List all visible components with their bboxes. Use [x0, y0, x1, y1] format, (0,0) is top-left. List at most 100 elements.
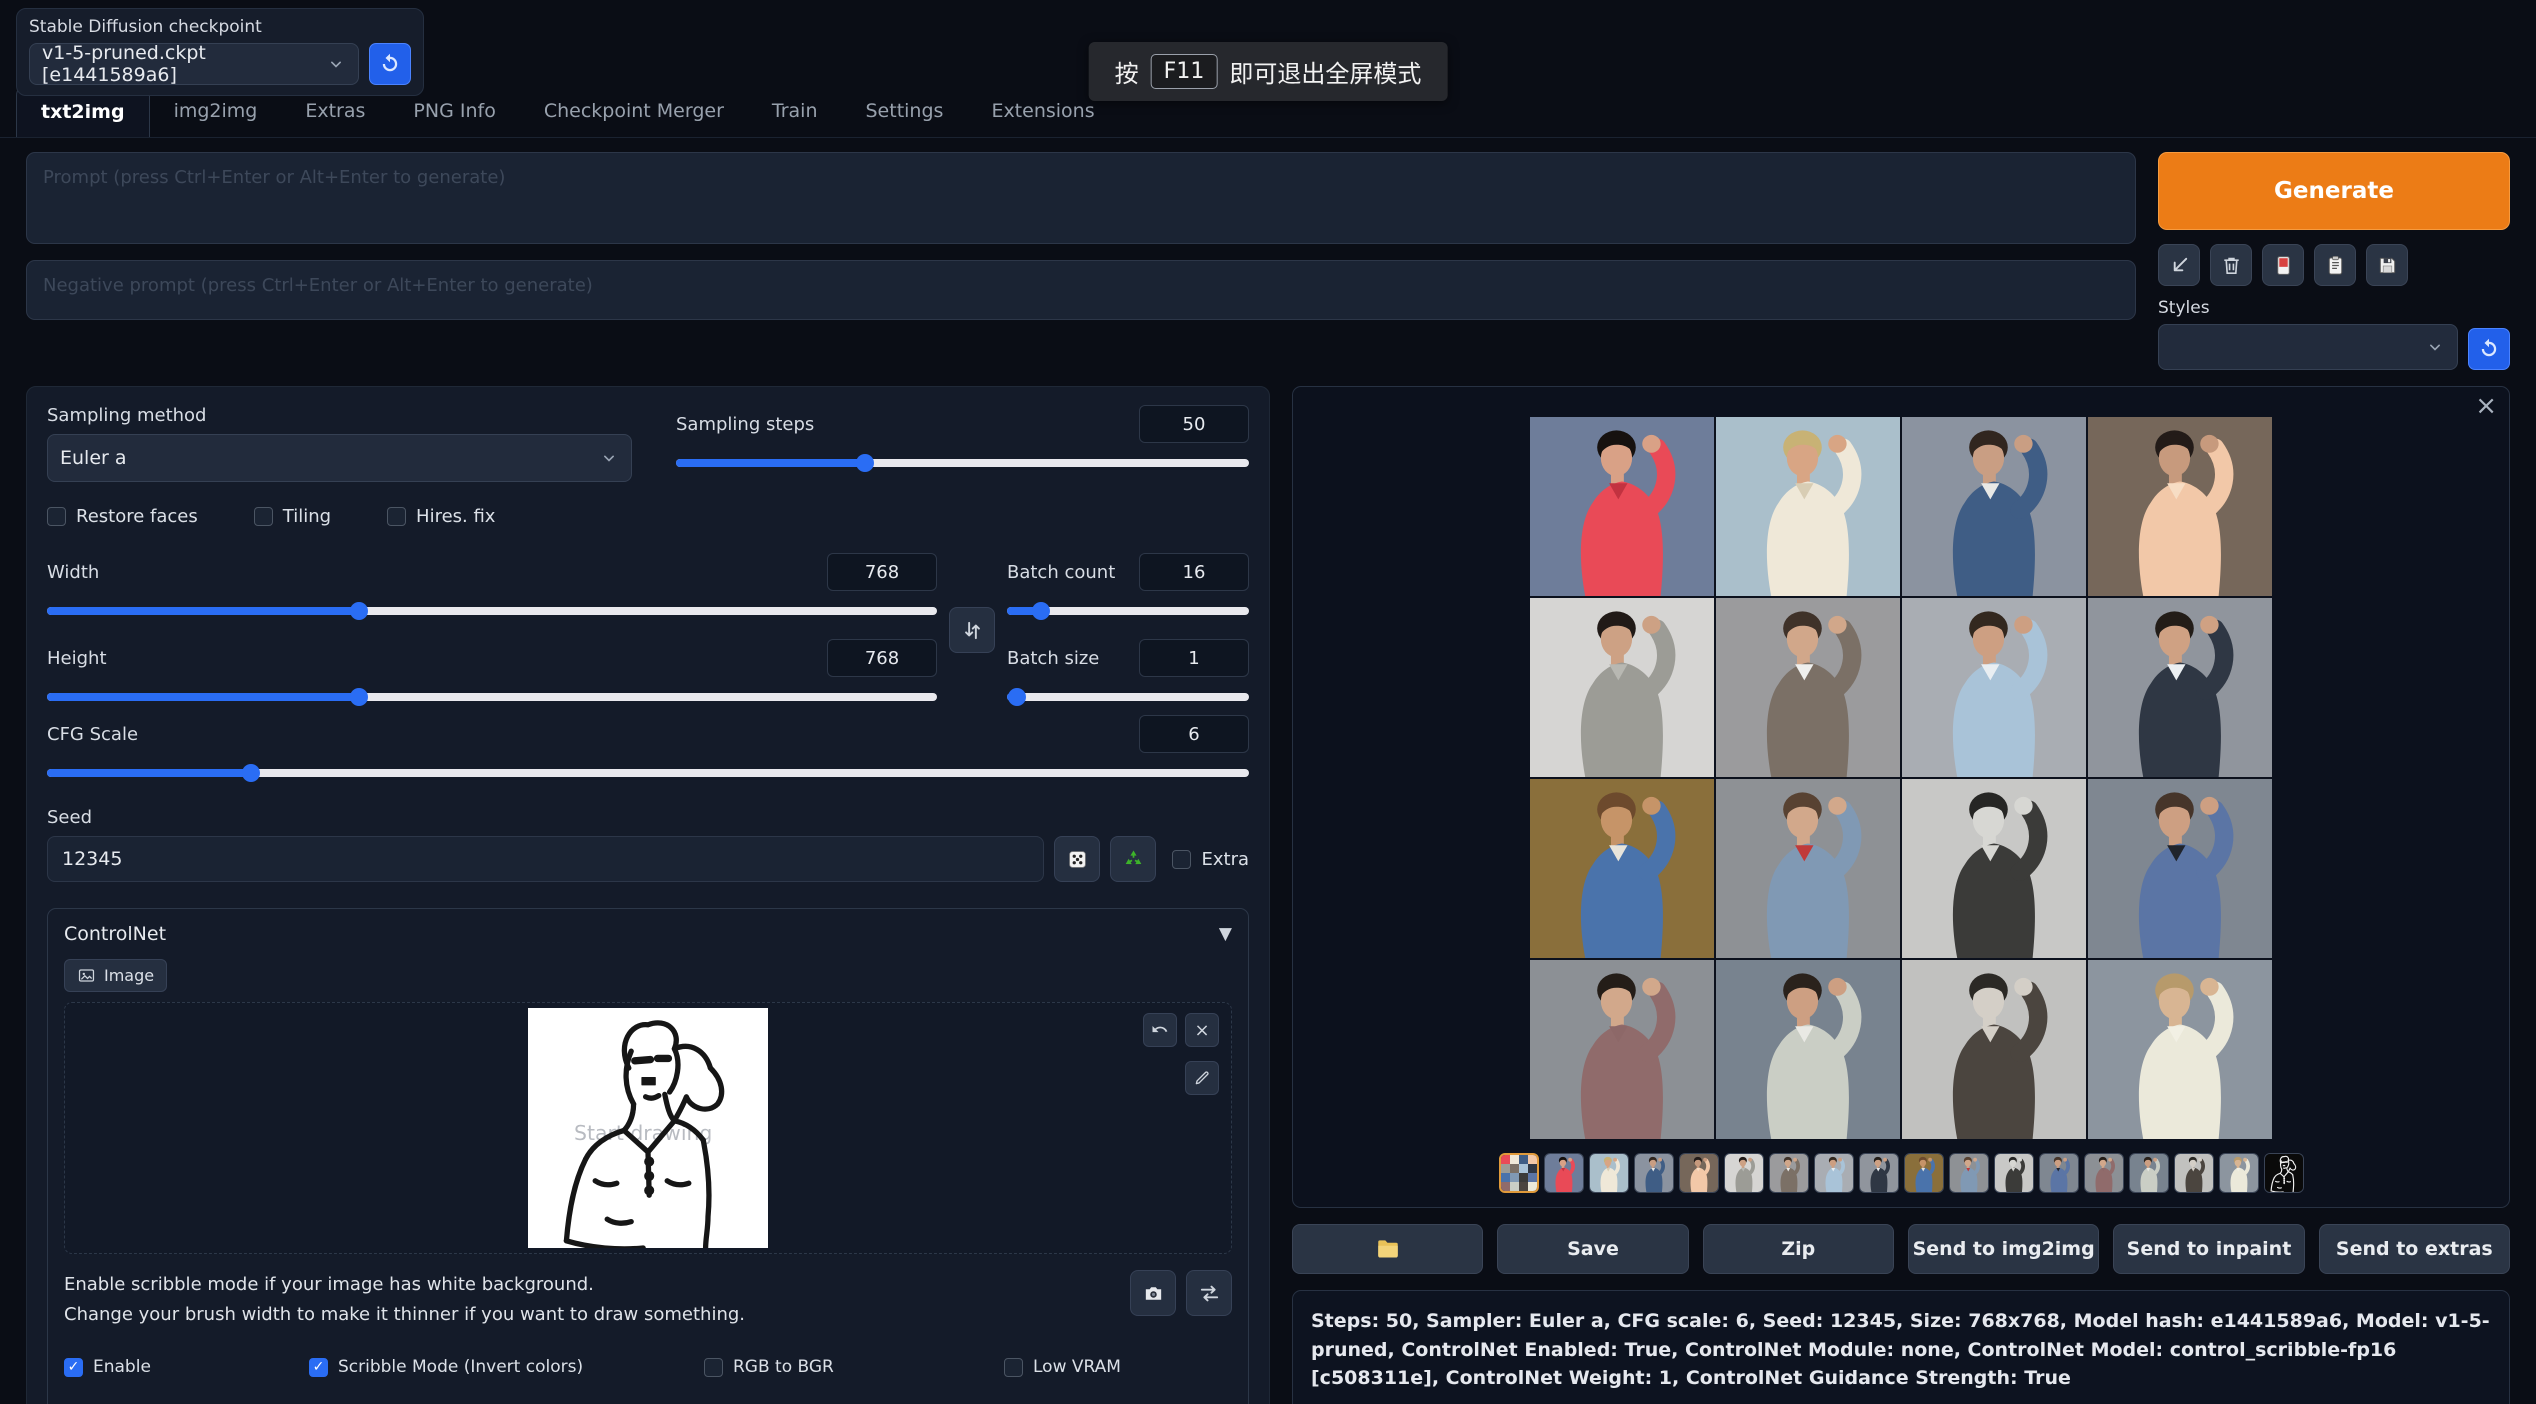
zip-button[interactable]: Zip — [1703, 1224, 1894, 1274]
tab-train[interactable]: Train — [748, 86, 842, 137]
gallery-image-9[interactable] — [1530, 779, 1714, 958]
width-slider[interactable] — [47, 601, 937, 621]
mirror-webcam-button[interactable] — [1186, 1270, 1232, 1316]
gallery-image-15[interactable] — [1902, 960, 2086, 1139]
width-value[interactable]: 768 — [827, 553, 937, 591]
fullscreen-toast: 按 F11 即可退出全屏模式 — [1089, 42, 1448, 101]
gallery-image-12[interactable] — [2088, 779, 2272, 958]
thumbnail-2[interactable] — [1589, 1153, 1629, 1193]
prompt-input[interactable] — [26, 152, 2136, 244]
undo-stroke-button[interactable] — [1143, 1013, 1177, 1047]
gallery-image-11[interactable] — [1902, 779, 2086, 958]
checkbox-hires-fix[interactable]: Hires. fix — [387, 506, 495, 527]
checkbox-extra-seed[interactable]: Extra — [1172, 849, 1249, 870]
gallery-image-14[interactable] — [1716, 960, 1900, 1139]
batch-size-slider[interactable] — [1007, 687, 1249, 707]
thumbnail-8[interactable] — [1859, 1153, 1899, 1193]
thumbnail-9[interactable] — [1904, 1153, 1944, 1193]
thumbnail-3[interactable] — [1634, 1153, 1674, 1193]
send-to-inpaint-button[interactable]: Send to inpaint — [2113, 1224, 2304, 1274]
clear-prompt-icon[interactable] — [2210, 244, 2252, 286]
gallery-image-7[interactable] — [1902, 598, 2086, 777]
cfg-scale-slider[interactable] — [47, 763, 1249, 783]
thumbnail-scribble-input[interactable] — [2264, 1153, 2304, 1193]
gallery-image-2[interactable] — [1716, 417, 1900, 596]
thumbnail-14[interactable] — [2129, 1153, 2169, 1193]
gallery-image-3[interactable] — [1902, 417, 2086, 596]
generate-button[interactable]: Generate — [2158, 152, 2510, 230]
checkbox-box — [387, 507, 406, 526]
webcam-button[interactable] — [1130, 1270, 1176, 1316]
checkbox-scribble-mode-invert-colors[interactable]: ✓Scribble Mode (Invert colors) — [309, 1357, 704, 1377]
height-slider[interactable] — [47, 687, 937, 707]
tab-checkpoint-merger[interactable]: Checkpoint Merger — [520, 86, 748, 137]
gallery-image-10[interactable] — [1716, 779, 1900, 958]
thumbnail-1[interactable] — [1544, 1153, 1584, 1193]
thumbnail-13[interactable] — [2084, 1153, 2124, 1193]
tab-settings[interactable]: Settings — [842, 86, 968, 137]
batch-count-slider[interactable] — [1007, 601, 1249, 621]
scribble-canvas[interactable]: Start drawing — [528, 1008, 768, 1248]
gallery-image-4[interactable] — [2088, 417, 2272, 596]
dice-icon — [1066, 848, 1089, 871]
clear-image-button[interactable]: × — [1185, 1013, 1219, 1047]
paste-params-icon[interactable] — [2158, 244, 2200, 286]
thumbnail-11[interactable] — [1994, 1153, 2034, 1193]
checkbox-tiling[interactable]: Tiling — [254, 506, 331, 527]
checkbox-label: RGB to BGR — [733, 1357, 834, 1377]
refresh-checkpoint-button[interactable] — [369, 43, 411, 85]
seed-input[interactable] — [47, 836, 1044, 882]
cfg-scale-value[interactable]: 6 — [1139, 715, 1249, 753]
sampling-method-dropdown[interactable]: Euler a — [47, 434, 632, 482]
height-value[interactable]: 768 — [827, 639, 937, 677]
checkpoint-dropdown[interactable]: v1-5-pruned.ckpt [e1441589a6] — [29, 43, 359, 85]
checkbox-low-vram[interactable]: Low VRAM — [1004, 1357, 1304, 1377]
styles-dropdown[interactable] — [2158, 324, 2458, 370]
gallery-image-5[interactable] — [1530, 598, 1714, 777]
gallery-image-16[interactable] — [2088, 960, 2272, 1139]
batch-count-value[interactable]: 16 — [1139, 553, 1249, 591]
note-line-2: Change your brush width to make it thinn… — [64, 1300, 745, 1330]
thumbnail-6[interactable] — [1769, 1153, 1809, 1193]
close-gallery-button[interactable]: × — [2475, 393, 2497, 419]
batch-size-value[interactable]: 1 — [1139, 639, 1249, 677]
gallery-image-13[interactable] — [1530, 960, 1714, 1139]
sampling-steps-value[interactable]: 50 — [1139, 405, 1249, 443]
gallery-image-8[interactable] — [2088, 598, 2272, 777]
thumbnail-16[interactable] — [2219, 1153, 2259, 1193]
checkbox-box — [1004, 1358, 1023, 1377]
brush-button[interactable] — [1185, 1061, 1219, 1095]
open-folder-button[interactable] — [1292, 1224, 1483, 1274]
apply-styles-icon[interactable] — [2314, 244, 2356, 286]
thumbnail-4[interactable] — [1679, 1153, 1719, 1193]
sampling-method-label: Sampling method — [47, 405, 632, 426]
sampling-steps-slider[interactable] — [676, 453, 1249, 473]
controlnet-header[interactable]: ControlNet ▼ — [64, 923, 1232, 945]
reuse-seed-button[interactable] — [1110, 836, 1156, 882]
tab-image[interactable]: Image — [64, 959, 167, 992]
refresh-styles-button[interactable] — [2468, 328, 2510, 370]
checkbox-enable[interactable]: ✓Enable — [64, 1357, 309, 1377]
gallery-image-6[interactable] — [1716, 598, 1900, 777]
save-style-icon[interactable] — [2366, 244, 2408, 286]
thumbnail-5[interactable] — [1724, 1153, 1764, 1193]
height-label: Height — [47, 648, 107, 669]
random-seed-button[interactable] — [1054, 836, 1100, 882]
gallery-image-1[interactable] — [1530, 417, 1714, 596]
checkbox-restore-faces[interactable]: Restore faces — [47, 506, 198, 527]
thumbnail-15[interactable] — [2174, 1153, 2214, 1193]
send-to-extras-button[interactable]: Send to extras — [2319, 1224, 2510, 1274]
send-to-img2img-button[interactable]: Send to img2img — [1908, 1224, 2099, 1274]
controlnet-panel: ControlNet ▼ Image Start drawing × — [47, 908, 1249, 1404]
controlnet-image-dropzone[interactable]: Start drawing × — [64, 1002, 1232, 1254]
thumbnail-12[interactable] — [2039, 1153, 2079, 1193]
thumbnail-10[interactable] — [1949, 1153, 1989, 1193]
gallery-thumbnails — [1293, 1153, 2509, 1193]
negative-prompt-input[interactable] — [26, 260, 2136, 320]
save-button[interactable]: Save — [1497, 1224, 1688, 1274]
swap-dimensions-button[interactable] — [949, 607, 995, 653]
thumbnail-grid-montage[interactable] — [1499, 1153, 1539, 1193]
thumbnail-7[interactable] — [1814, 1153, 1854, 1193]
extra-networks-icon[interactable] — [2262, 244, 2304, 286]
checkbox-rgb-to-bgr[interactable]: RGB to BGR — [704, 1357, 1004, 1377]
